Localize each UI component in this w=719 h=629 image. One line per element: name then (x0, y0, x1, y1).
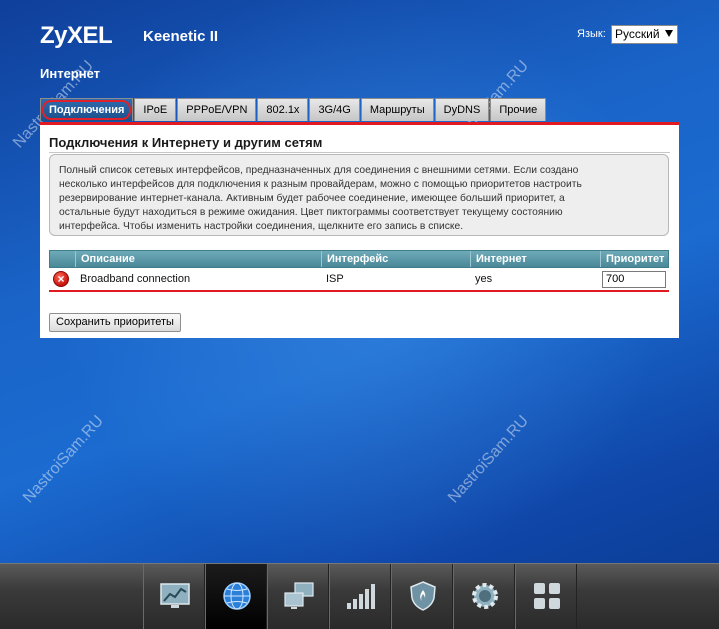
header-priority[interactable]: Приоритет (601, 251, 668, 267)
dock-apps[interactable] (514, 564, 577, 629)
panel-title: Подключения к Интернету и другим сетям (49, 135, 323, 150)
tab-dydns[interactable]: DyDNS (434, 98, 490, 121)
priority-cell (600, 268, 667, 290)
dropdown-arrow-icon (665, 30, 673, 37)
info-line: резервирование интернет-канала. Активным… (59, 193, 565, 204)
priority-input[interactable] (602, 270, 666, 288)
dock-internet[interactable] (204, 564, 267, 629)
connections-table: Описание Интерфейс Интернет Приоритет × … (49, 250, 669, 292)
error-icon: × (53, 271, 69, 287)
header-internet[interactable]: Интернет (471, 251, 601, 267)
internet-cell: yes (475, 273, 493, 285)
network-computers-icon (283, 582, 314, 609)
language-label: Язык: (577, 28, 606, 40)
info-line: Полный список сетевых интерфейсов, предн… (59, 165, 579, 176)
description-cell[interactable]: Broadband connection (75, 268, 321, 290)
signal-bars-icon (346, 584, 375, 609)
language-select[interactable]: Русский (611, 25, 678, 44)
info-box: Полный список сетевых интерфейсов, предн… (49, 154, 669, 236)
table-header: Описание Интерфейс Интернет Приоритет (49, 250, 669, 268)
zyxel-logo: ZyXEL (40, 22, 113, 49)
tab-other[interactable]: Прочие (490, 98, 547, 121)
divider (49, 152, 670, 153)
dock-home-network[interactable] (266, 564, 329, 629)
dock-security[interactable] (390, 564, 453, 629)
tab-ipoe[interactable]: IPoE (134, 98, 177, 121)
info-line: несколько интерфейсов для подключения к … (59, 179, 582, 190)
monitor-chart-icon (159, 583, 190, 608)
tab-bar: Подключения IPoE PPPoE/VPN 802.1x 3G/4G … (40, 98, 547, 122)
dock-monitor[interactable] (142, 564, 205, 629)
header-interface[interactable]: Интерфейс (322, 251, 471, 267)
header-description[interactable]: Описание (76, 251, 322, 267)
info-line: интерфейса. Чтобы изменить настройки сое… (59, 221, 464, 232)
tab-pppoe-vpn[interactable]: PPPoE/VPN (177, 98, 257, 121)
shield-icon (409, 581, 436, 611)
tab-connections[interactable]: Подключения (40, 98, 134, 121)
highlight-ring (42, 100, 132, 120)
info-line: остальные будут находиться в режиме ожид… (59, 207, 563, 218)
tab-802-1x[interactable]: 802.1x (257, 98, 309, 121)
gear-icon (471, 583, 498, 609)
model-name: Keenetic II (143, 28, 219, 45)
bottom-dock (0, 563, 719, 629)
status-cell: × (49, 268, 75, 290)
dock-wifi[interactable] (328, 564, 391, 629)
connections-panel: Подключения к Интернету и другим сетям П… (40, 125, 679, 338)
tab-routes[interactable]: Маршруты (360, 98, 434, 121)
apps-grid-icon (533, 583, 560, 609)
dock-system[interactable] (452, 564, 515, 629)
header-status (50, 251, 76, 267)
page-title: Интернет (40, 66, 101, 81)
tab-3g-4g[interactable]: 3G/4G (309, 98, 360, 121)
globe-icon (222, 582, 251, 610)
language-value: Русский (615, 27, 660, 41)
table-row[interactable]: × Broadband connection ISP yes (49, 268, 669, 292)
interface-cell: ISP (326, 273, 344, 285)
save-priorities-button[interactable]: Сохранить приоритеты (49, 313, 181, 332)
